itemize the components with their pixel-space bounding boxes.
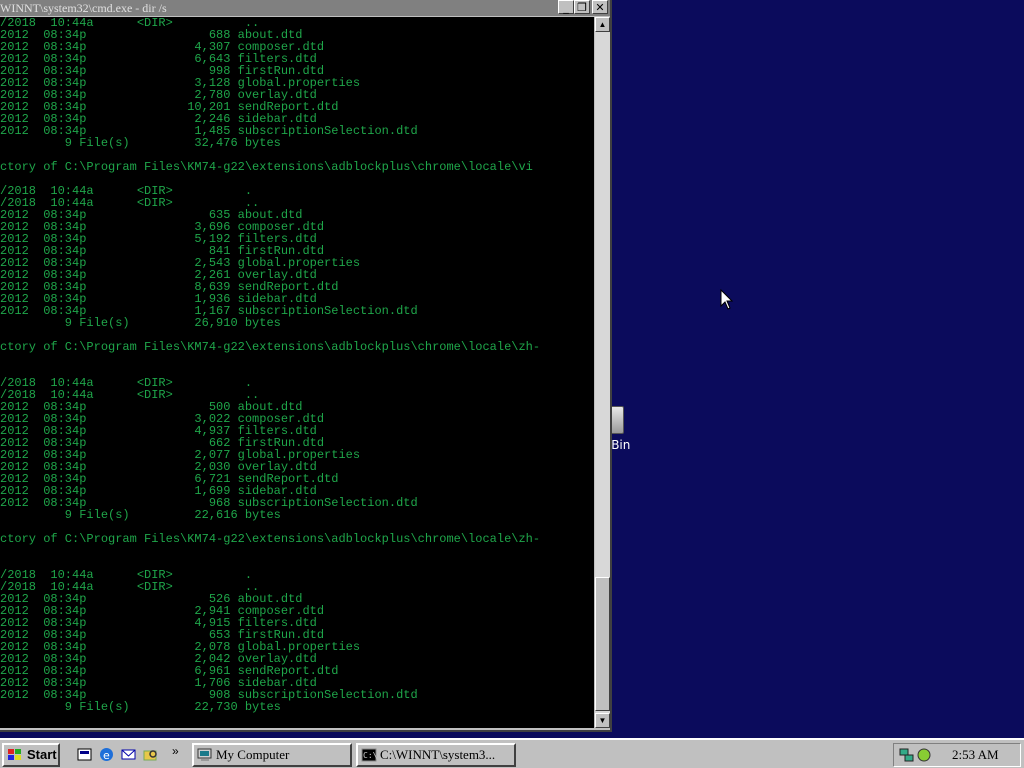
outlook-express-icon[interactable] <box>120 746 137 763</box>
my-computer-icon <box>197 748 212 761</box>
windows-explorer-icon[interactable] <box>142 746 159 763</box>
console-line: 9 File(s) 22,616 bytes <box>0 509 594 521</box>
network-tray-icon[interactable] <box>899 747 915 763</box>
window-title: WINNT\system32\cmd.exe - dir /s <box>0 1 167 15</box>
internet-explorer-icon[interactable]: e <box>98 746 115 763</box>
console-line: ctory of C:\Program Files\KM74-g22\exten… <box>0 161 594 173</box>
console-line: 9 File(s) 32,476 bytes <box>0 137 594 149</box>
console-line-text: 9 File(s) 22,616 bytes <box>0 508 281 522</box>
close-button[interactable]: ✕ <box>592 0 608 14</box>
console-line-text: 9 File(s) 32,476 bytes <box>0 136 281 150</box>
mouse-pointer-icon <box>720 289 734 310</box>
system-tray: 2:53 AM <box>893 743 1021 767</box>
console-line-text: ctory of C:\Program Files\KM74-g22\exten… <box>0 160 533 174</box>
console-line-text: ctory of C:\Program Files\KM74-g22\exten… <box>0 532 541 546</box>
console-line: ctory of C:\Program Files\KM74-g22\exten… <box>0 533 594 545</box>
console-line: 9 File(s) 26,910 bytes <box>0 317 594 329</box>
task-label: C:\WINNT\system3... <box>380 747 496 762</box>
task-cmd-window[interactable]: C:\ C:\WINNT\system3... <box>356 743 516 767</box>
volume-tray-icon[interactable] <box>916 747 932 763</box>
start-button[interactable]: Start <box>2 743 60 767</box>
vertical-scrollbar[interactable]: ▲ ▼ <box>595 17 610 728</box>
console-line-text: 9 File(s) 26,910 bytes <box>0 316 281 330</box>
scroll-down-arrow-icon[interactable]: ▼ <box>595 713 610 728</box>
start-label: Start <box>27 747 57 762</box>
svg-text:e: e <box>103 749 110 762</box>
console-line: 9 File(s) 22,730 bytes <box>0 701 594 713</box>
clock[interactable]: 2:53 AM <box>952 744 999 766</box>
console-line-text: ctory of C:\Program Files\KM74-g22\exten… <box>0 340 541 354</box>
scroll-thumb[interactable] <box>595 577 610 711</box>
command-prompt-window[interactable]: WINNT\system32\cmd.exe - dir /s _ ❐ ✕ /2… <box>0 0 612 732</box>
show-desktop-icon[interactable] <box>76 746 93 763</box>
taskbar: Start e » My Computer C:\ C:\WINNT\syste… <box>0 738 1024 768</box>
cmd-icon: C:\ <box>361 748 377 762</box>
maximize-button[interactable]: ❐ <box>574 0 590 14</box>
svg-text:C:\: C:\ <box>363 751 377 760</box>
console-output[interactable]: /2018 10:44a <DIR> .. 2012 08:34p 688 abo… <box>0 17 594 728</box>
quick-launch-overflow[interactable]: » <box>172 744 179 758</box>
scroll-up-arrow-icon[interactable]: ▲ <box>595 17 610 32</box>
console-line: ctory of C:\Program Files\KM74-g22\exten… <box>0 341 594 353</box>
window-title-bar[interactable]: WINNT\system32\cmd.exe - dir /s _ ❐ ✕ <box>0 0 610 16</box>
task-label: My Computer <box>216 747 290 762</box>
windows-logo-icon <box>8 749 21 760</box>
console-line-text: 9 File(s) 22,730 bytes <box>0 700 281 714</box>
minimize-button[interactable]: _ <box>558 0 574 14</box>
task-my-computer[interactable]: My Computer <box>192 743 352 767</box>
